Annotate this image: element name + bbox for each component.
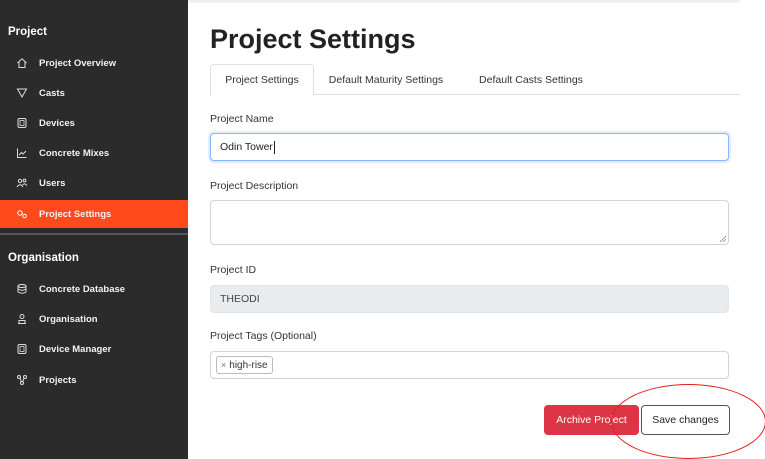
project-id-field: THEODI — [210, 285, 729, 313]
project-description-textarea[interactable] — [210, 200, 729, 245]
sidebar-item-devices[interactable]: Devices — [0, 109, 188, 137]
sidebar-item-label: Projects — [39, 374, 77, 386]
settings-icon — [16, 208, 28, 220]
sidebar-item-concrete-database[interactable]: Concrete Database — [0, 275, 188, 303]
project-section-title: Project — [8, 26, 47, 38]
sidebar-item-project-settings[interactable]: Project Settings — [0, 200, 188, 228]
database-icon — [16, 283, 28, 295]
text-caret — [273, 140, 275, 154]
settings-tabs: Project Settings Default Maturity Settin… — [210, 64, 740, 96]
organisation-section-title: Organisation — [8, 252, 79, 264]
sidebar-item-label: Concrete Database — [39, 283, 126, 295]
tab-default-casts-settings[interactable]: Default Casts Settings — [466, 64, 596, 95]
sidebar-item-label: Project Settings — [39, 208, 112, 220]
users-icon — [16, 177, 28, 189]
archive-project-button[interactable]: Archive Project — [544, 405, 639, 435]
resize-grip-icon[interactable] — [719, 235, 726, 242]
sidebar-divider — [0, 233, 188, 235]
device-icon — [16, 117, 28, 129]
sidebar-item-concrete-mixes[interactable]: Concrete Mixes — [0, 139, 188, 167]
device-icon — [16, 343, 28, 355]
save-changes-button[interactable]: Save changes — [641, 405, 730, 435]
sidebar-item-label: Casts — [39, 87, 65, 99]
sidebar-item-label: Devices — [39, 117, 75, 129]
project-tags-label: Project Tags (Optional) — [210, 330, 317, 342]
tag-chip: × high-rise — [216, 356, 273, 374]
main-content: Project Settings Project Settings Defaul… — [188, 0, 765, 459]
filter-icon — [16, 87, 28, 99]
project-name-value: Odin Tower — [220, 141, 273, 153]
home-icon — [16, 57, 28, 69]
sidebar-item-label: Device Manager — [39, 343, 112, 355]
sidebar-item-projects[interactable]: Projects — [0, 366, 188, 394]
project-name-label: Project Name — [210, 113, 274, 125]
sidebar-item-device-manager[interactable]: Device Manager — [0, 335, 188, 363]
page-title: Project Settings — [210, 24, 416, 54]
sidebar-item-project-overview[interactable]: Project Overview — [0, 49, 188, 77]
sidebar-item-users[interactable]: Users — [0, 169, 188, 197]
project-description-label: Project Description — [210, 180, 299, 192]
tag-remove-icon[interactable]: × — [221, 360, 226, 370]
tag-label: high-rise — [229, 359, 268, 371]
project-id-label: Project ID — [210, 264, 257, 276]
project-tags-input[interactable]: × high-rise — [210, 351, 729, 379]
organisation-icon — [16, 313, 28, 325]
sidebar-item-label: Concrete Mixes — [39, 147, 110, 159]
project-id-value: THEODI — [220, 293, 260, 305]
sidebar-item-casts[interactable]: Casts — [0, 79, 188, 107]
sidebar-item-label: Project Overview — [39, 57, 117, 69]
tab-default-maturity-settings[interactable]: Default Maturity Settings — [316, 64, 456, 95]
sidebar-item-organisation[interactable]: Organisation — [0, 305, 188, 333]
sidebar-item-label: Users — [39, 177, 66, 189]
top-border — [188, 0, 740, 3]
tab-project-settings[interactable]: Project Settings — [210, 64, 314, 96]
projects-icon — [16, 374, 28, 386]
sidebar: Project Project Overview Casts Devices C… — [0, 0, 188, 459]
chart-line-icon — [16, 147, 28, 159]
project-name-input[interactable]: Odin Tower — [210, 133, 729, 161]
sidebar-item-label: Organisation — [39, 313, 98, 325]
